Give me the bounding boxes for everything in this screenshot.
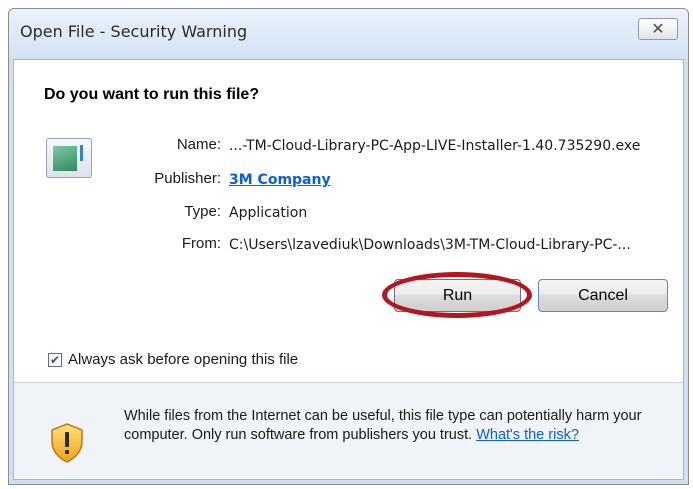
publisher-label: Publisher: <box>154 170 221 187</box>
security-warning-window: Open File - Security Warning ✕ Do you wa… <box>8 8 689 485</box>
name-label: Name: <box>176 136 221 153</box>
cancel-button[interactable]: Cancel <box>538 279 668 312</box>
publisher-link[interactable]: 3M Company <box>229 172 331 188</box>
application-file-icon <box>46 138 92 178</box>
from-label: From: <box>181 235 221 252</box>
file-path-value: C:\Users\lzavediuk\Downloads\3M-TM-Cloud… <box>229 237 631 253</box>
warning-panel: While files from the Internet can be use… <box>14 383 683 479</box>
warning-shield-icon <box>51 423 83 463</box>
run-button[interactable]: Run <box>394 279 521 312</box>
file-type-value: Application <box>229 205 308 221</box>
close-button[interactable]: ✕ <box>638 18 678 40</box>
window-title: Open File - Security Warning <box>20 22 248 41</box>
warning-message: While files from the Internet can be use… <box>124 407 669 445</box>
always-ask-checkbox[interactable]: ✔ <box>48 352 62 367</box>
dialog-question: Do you want to run this file? <box>44 86 260 103</box>
title-bar[interactable]: Open File - Security Warning ✕ <box>9 9 688 59</box>
whats-the-risk-link[interactable]: What's the risk? <box>476 427 579 443</box>
type-label: Type: <box>184 203 221 220</box>
checkmark-icon: ✔ <box>49 352 61 367</box>
dialog-content: Do you want to run this file? Name: ...-… <box>13 59 684 480</box>
publisher-value: 3M Company <box>229 172 331 188</box>
always-ask-row[interactable]: ✔ Always ask before opening this file <box>48 351 298 368</box>
file-name-value: ...-TM-Cloud-Library-PC-App-LIVE-Install… <box>229 138 641 154</box>
always-ask-label[interactable]: Always ask before opening this file <box>68 351 298 368</box>
close-icon: ✕ <box>651 21 665 38</box>
